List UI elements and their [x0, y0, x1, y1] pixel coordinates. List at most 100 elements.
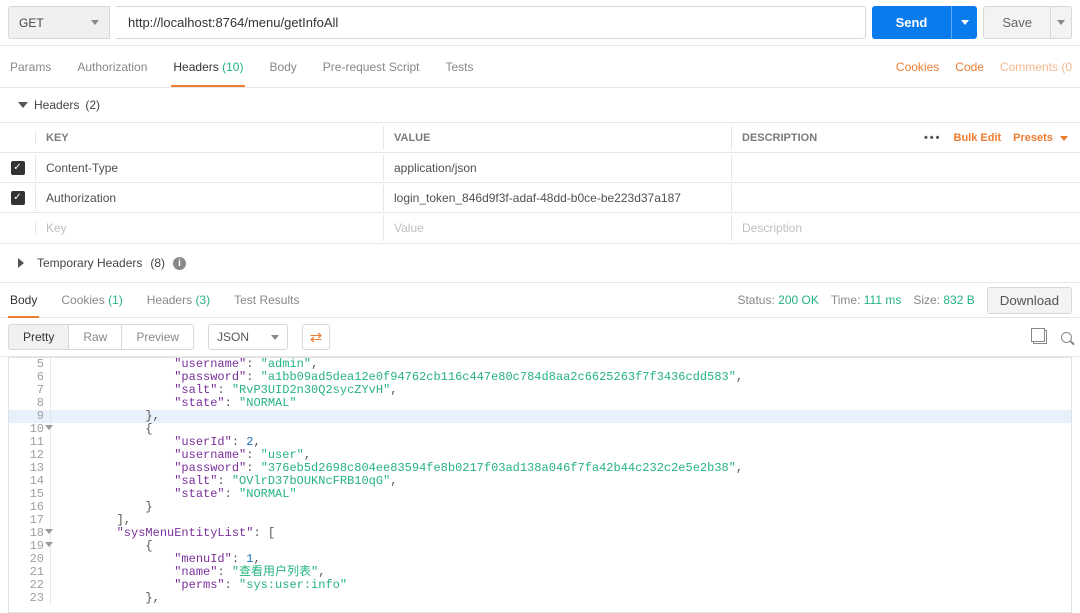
header-key-placeholder[interactable]: Key	[36, 215, 384, 241]
tab-response-cookies[interactable]: Cookies (1)	[59, 283, 124, 317]
chevron-down-icon	[1057, 20, 1065, 25]
link-code[interactable]: Code	[955, 60, 984, 74]
url-input[interactable]	[116, 6, 866, 39]
save-dropdown[interactable]	[1050, 6, 1072, 39]
header-value-cell[interactable]: login_token_846d9f3f-adaf-48dd-b0ce-be22…	[384, 185, 732, 211]
time-label: Time: 111 ms	[831, 293, 901, 307]
tab-tests[interactable]: Tests	[444, 48, 476, 86]
view-preview[interactable]: Preview	[121, 324, 194, 350]
save-group: Save	[983, 6, 1072, 39]
header-key-cell[interactable]: Content-Type	[36, 155, 384, 181]
link-cookies[interactable]: Cookies	[896, 60, 939, 74]
request-tabs-row: Params Authorization Headers (10) Body P…	[0, 46, 1080, 88]
body-toolbar: Pretty Raw Preview JSON ⇄	[0, 318, 1080, 357]
response-body-viewer[interactable]: 5 "username": "admin",6 "password": "a1b…	[8, 357, 1072, 613]
code-line[interactable]: 22 "perms": "sys:user:info"	[9, 579, 1071, 592]
response-status-block: Status: 200 OK Time: 111 ms Size: 832 B …	[737, 287, 1072, 314]
headers-section-title: Headers	[34, 98, 79, 112]
info-icon[interactable]: i	[173, 257, 186, 270]
tab-resp-headers-label: Headers	[147, 293, 192, 307]
send-group: Send	[872, 6, 978, 39]
send-button[interactable]: Send	[872, 6, 952, 39]
bulk-edit-link[interactable]: Bulk Edit	[954, 132, 1002, 144]
chevron-down-icon	[91, 20, 99, 25]
tab-authorization[interactable]: Authorization	[75, 48, 149, 86]
col-value: VALUE	[384, 126, 732, 150]
col-key: KEY	[36, 126, 384, 150]
wrap-lines-button[interactable]: ⇄	[302, 324, 330, 350]
chevron-down-icon	[1060, 136, 1068, 141]
presets-label: Presets	[1013, 132, 1053, 144]
code-line[interactable]: 16 }	[9, 501, 1071, 514]
body-toolbar-right	[1033, 330, 1072, 344]
tab-response-headers[interactable]: Headers (3)	[145, 283, 212, 317]
tab-body[interactable]: Body	[267, 48, 298, 86]
size-value: 832 B	[943, 293, 974, 307]
presets-dropdown[interactable]: Presets	[1013, 132, 1068, 144]
code-line[interactable]: 15 "state": "NORMAL"	[9, 488, 1071, 501]
size-label: Size: 832 B	[913, 293, 974, 307]
view-pretty[interactable]: Pretty	[8, 324, 68, 350]
header-enabled-checkbox[interactable]	[0, 185, 36, 211]
headers-table: KEY VALUE DESCRIPTION ••• Bulk Edit Pres…	[0, 122, 1080, 244]
header-desc-cell[interactable]	[732, 162, 1080, 174]
temporary-headers-toggle[interactable]: Temporary Headers (8) i	[0, 244, 1080, 282]
link-comments[interactable]: Comments (0	[1000, 60, 1072, 74]
tab-cookies-label: Cookies	[61, 293, 104, 307]
check-icon	[11, 191, 25, 205]
code-line[interactable]: 9 },	[9, 410, 1071, 423]
temporary-headers-count: (8)	[150, 256, 165, 270]
fold-icon[interactable]	[45, 542, 53, 547]
request-tabs: Params Authorization Headers (10) Body P…	[8, 46, 476, 87]
header-row: Authorization login_token_846d9f3f-adaf-…	[0, 183, 1080, 213]
save-button[interactable]: Save	[983, 6, 1050, 39]
triangle-down-icon	[18, 102, 28, 108]
header-value-placeholder[interactable]: Value	[384, 215, 732, 241]
tab-params[interactable]: Params	[8, 48, 53, 86]
header-desc-cell[interactable]	[732, 192, 1080, 204]
more-menu-icon[interactable]: •••	[924, 132, 942, 144]
code-line[interactable]: 18 "sysMenuEntityList": [	[9, 527, 1071, 540]
request-bar: GET Send Save	[0, 0, 1080, 46]
header-row: Content-Type application/json	[0, 153, 1080, 183]
body-toolbar-left: Pretty Raw Preview JSON ⇄	[8, 324, 330, 350]
format-value: JSON	[217, 330, 249, 344]
tab-prerequest[interactable]: Pre-request Script	[321, 48, 422, 86]
method-select[interactable]: GET	[8, 6, 110, 39]
wrap-icon: ⇄	[310, 328, 323, 346]
header-enabled-checkbox[interactable]	[0, 155, 36, 181]
view-raw[interactable]: Raw	[68, 324, 121, 350]
headers-section-toggle[interactable]: Headers (2)	[0, 88, 1080, 122]
line-number: 23	[9, 592, 51, 605]
temporary-headers-label: Temporary Headers	[37, 256, 142, 270]
tab-response-body[interactable]: Body	[8, 283, 39, 317]
time-value: 111 ms	[864, 293, 902, 307]
code-line[interactable]: 23 },	[9, 592, 1071, 605]
tab-resp-headers-count: (3)	[195, 293, 210, 307]
download-button[interactable]: Download	[987, 287, 1072, 314]
tab-headers[interactable]: Headers (10)	[171, 48, 245, 86]
format-select[interactable]: JSON	[208, 324, 288, 350]
header-value-cell[interactable]: application/json	[384, 155, 732, 181]
status-value: 200 OK	[778, 293, 819, 307]
header-desc-placeholder[interactable]: Description	[732, 215, 1080, 241]
header-key-cell[interactable]: Authorization	[36, 185, 384, 211]
code-content: },	[51, 592, 160, 605]
response-tabs: Body Cookies (1) Headers (3) Test Result…	[8, 283, 301, 317]
code-line[interactable]: 8 "state": "NORMAL"	[9, 397, 1071, 410]
line-number: 6	[9, 371, 51, 384]
header-row-new: Key Value Description	[0, 213, 1080, 243]
fold-icon[interactable]	[45, 529, 53, 534]
line-number: 7	[9, 384, 51, 397]
triangle-right-icon	[18, 258, 29, 268]
headers-table-head: KEY VALUE DESCRIPTION ••• Bulk Edit Pres…	[0, 123, 1080, 153]
fold-icon[interactable]	[45, 425, 53, 430]
copy-icon[interactable]	[1033, 330, 1047, 344]
col-description: DESCRIPTION ••• Bulk Edit Presets	[732, 126, 1080, 150]
send-dropdown[interactable]	[951, 6, 977, 39]
tab-cookies-count: (1)	[108, 293, 123, 307]
tab-test-results[interactable]: Test Results	[232, 283, 301, 317]
search-icon[interactable]	[1061, 332, 1072, 343]
method-value: GET	[19, 16, 44, 30]
status-label: Status: 200 OK	[737, 293, 818, 307]
